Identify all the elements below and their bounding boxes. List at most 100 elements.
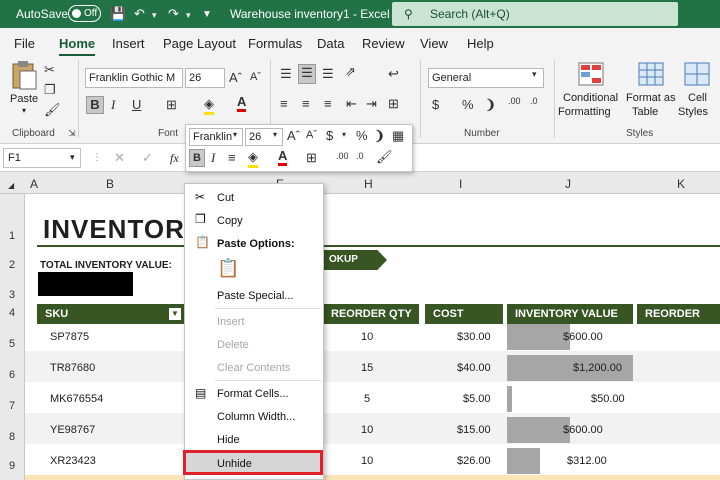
redo-dropdown-icon[interactable]: ▾ [186, 10, 191, 21]
conditional-formatting-icon[interactable] [578, 62, 604, 86]
row-header-4[interactable]: 4 [9, 307, 15, 319]
cut-icon[interactable]: ✂ [44, 62, 55, 78]
mini-increase-decimal-icon[interactable]: .00 [336, 151, 349, 161]
row-header-3[interactable]: 3 [9, 289, 15, 301]
borders-icon[interactable]: ⊞ [166, 97, 177, 113]
mini-decrease-decimal-icon[interactable]: .0 [356, 151, 364, 161]
sheet-title[interactable]: INVENTORY [43, 214, 202, 245]
copy-icon[interactable]: ❐ [44, 82, 56, 98]
mini-align-center-icon[interactable]: ≡ [228, 150, 236, 165]
mini-percent-icon[interactable]: % [356, 128, 368, 143]
cell-sku[interactable]: XR23423 [50, 455, 96, 467]
cell-cost[interactable]: $5.00 [463, 393, 491, 405]
column-header-a[interactable]: A [30, 177, 38, 191]
select-all-icon[interactable]: ◢ [8, 181, 14, 190]
font-name-dropdown[interactable]: Franklin Gothic M [85, 68, 183, 88]
mini-decrease-font-icon[interactable]: Aˇ [306, 129, 317, 141]
increase-decimal-icon[interactable]: .00 [508, 96, 521, 106]
merge-center-icon[interactable]: ⊞ [388, 96, 399, 112]
row-header-2[interactable]: 2 [9, 259, 15, 271]
format-as-table-icon[interactable] [638, 62, 664, 86]
worksheet[interactable]: INVENTORY TOTAL INVENTORY VALUE: OKUP SK… [25, 194, 720, 480]
menu-item-format-cells[interactable]: Format Cells... [217, 388, 289, 400]
align-left-icon[interactable]: ≡ [280, 96, 288, 111]
mini-format-icon[interactable]: ▦ [392, 128, 404, 144]
menu-item-unhide[interactable]: Unhide [183, 450, 323, 475]
row-header-8[interactable]: 8 [9, 431, 15, 443]
cell-reorder-qty[interactable]: 10 [361, 455, 373, 467]
cell-cost[interactable]: $26.00 [457, 455, 491, 467]
format-painter-icon[interactable]: 🖌 [44, 102, 61, 118]
autosave-toggle[interactable]: Off [68, 5, 101, 22]
menu-item-copy[interactable]: Copy [217, 215, 243, 227]
menu-item-column-width[interactable]: Column Width... [217, 411, 295, 423]
tab-formulas[interactable]: Formulas [248, 36, 302, 51]
row-header-6[interactable]: 6 [9, 369, 15, 381]
clipboard-launcher-icon[interactable]: ⇲ [68, 128, 76, 139]
customize-toolbar-icon[interactable]: ▼ [202, 9, 212, 20]
cell-reorder-qty[interactable]: 10 [361, 331, 373, 343]
mini-size-dropdown-icon[interactable]: ▾ [273, 130, 277, 139]
increase-indent-icon[interactable]: ⇥ [366, 96, 377, 112]
italic-icon[interactable]: I [111, 97, 115, 113]
row-header-7[interactable]: 7 [9, 400, 15, 412]
filter-dropdown-icon[interactable]: ▼ [169, 308, 181, 320]
lookup-button[interactable]: OKUP [323, 250, 387, 270]
mini-font-size[interactable]: 26 [245, 128, 283, 146]
insert-function-icon[interactable]: fx [170, 151, 179, 166]
mini-comma-icon[interactable]: ❩ [374, 128, 385, 144]
total-inventory-label[interactable]: TOTAL INVENTORY VALUE: [40, 260, 172, 271]
orientation-icon[interactable]: ⇗ [345, 64, 356, 80]
name-box-dropdown-icon[interactable]: ▾ [70, 152, 75, 163]
header-inventory-value[interactable]: INVENTORY VALUE [507, 304, 633, 324]
tab-home[interactable]: Home [59, 36, 96, 57]
paste-option-keep-source-icon[interactable]: 📋 [217, 258, 239, 279]
cell-sku[interactable]: SP7875 [50, 331, 89, 343]
cell-cost[interactable]: $15.00 [457, 424, 491, 436]
paste-button-label[interactable]: Paste [10, 93, 38, 105]
decrease-decimal-icon[interactable]: .0 [530, 96, 538, 106]
mini-italic-icon[interactable]: I [211, 150, 215, 166]
paste-dropdown-icon[interactable]: ▾ [22, 106, 26, 115]
decrease-font-icon[interactable]: Aˇ [250, 71, 261, 83]
font-color-icon[interactable]: A [237, 94, 247, 112]
font-size-dropdown[interactable]: 26 [185, 68, 225, 88]
cell-sku[interactable]: MK676554 [50, 393, 103, 405]
cell-reorder-qty[interactable]: 15 [361, 362, 373, 374]
tab-view[interactable]: View [420, 36, 448, 51]
column-header-k[interactable]: K [677, 177, 685, 191]
row-header-1[interactable]: 1 [9, 230, 15, 242]
cell-cost[interactable]: $30.00 [457, 331, 491, 343]
middle-align-icon[interactable]: ☰ [298, 64, 316, 84]
mini-font-color-icon[interactable]: A [278, 148, 288, 166]
currency-icon[interactable]: $ [432, 97, 439, 112]
total-inventory-value-redacted[interactable] [38, 272, 133, 296]
cell-styles-icon[interactable] [684, 62, 710, 86]
column-header-h[interactable]: H [364, 177, 373, 191]
cell-reorder-qty[interactable]: 10 [361, 424, 373, 436]
header-cost[interactable]: COST [425, 304, 503, 324]
increase-font-icon[interactable]: Aˆ [229, 70, 242, 85]
confirm-entry-icon[interactable]: ✓ [142, 150, 153, 166]
mini-fill-color-icon[interactable]: ◈ [248, 149, 258, 168]
redo-icon[interactable]: ↷ [168, 6, 179, 22]
cell-inventory-value[interactable]: $50.00 [591, 393, 625, 405]
tab-help[interactable]: Help [467, 36, 494, 51]
row-header-5[interactable]: 5 [9, 338, 15, 350]
header-reorder[interactable]: REORDER [637, 304, 720, 324]
cell-inventory-value[interactable]: $600.00 [563, 424, 603, 436]
cell-inventory-value[interactable]: $600.00 [563, 331, 603, 343]
cell-reorder-qty[interactable]: 5 [364, 393, 370, 405]
conditional-formatting-label-1[interactable]: Conditional [563, 92, 618, 104]
undo-dropdown-icon[interactable]: ▾ [152, 10, 157, 21]
cell-sku[interactable]: YE98767 [50, 424, 95, 436]
column-header-j[interactable]: J [565, 177, 571, 191]
mini-currency-dropdown-icon[interactable]: ▾ [342, 130, 346, 139]
header-reorder-qty[interactable]: REORDER QTY [323, 304, 419, 324]
align-right-icon[interactable]: ≡ [324, 96, 332, 111]
bottom-align-icon[interactable]: ☰ [322, 66, 334, 82]
tab-review[interactable]: Review [362, 36, 405, 51]
tab-page-layout[interactable]: Page Layout [163, 36, 236, 51]
mini-borders-icon[interactable]: ⊞ [306, 150, 317, 166]
search-box[interactable]: ⚲ Search (Alt+Q) [392, 2, 678, 26]
